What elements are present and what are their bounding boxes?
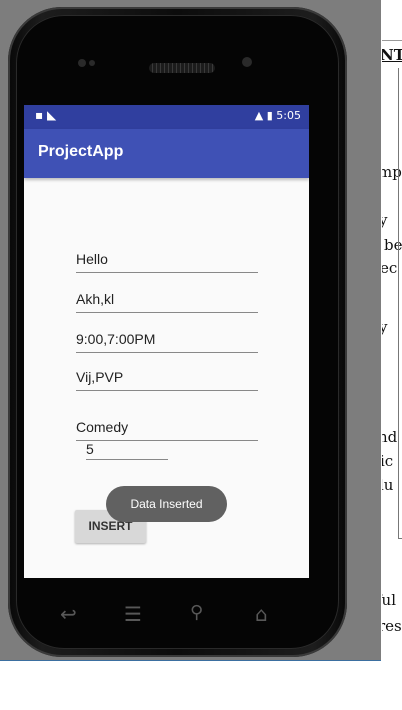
timings-input[interactable]: 9:00,7:00PM: [76, 328, 258, 353]
sensor-icon: [89, 60, 95, 66]
status-bar: ▪ ◣ ▲ ▮ 5:05: [24, 105, 309, 129]
location-input[interactable]: Akh,kl: [76, 288, 258, 313]
search-icon[interactable]: ⚲: [190, 602, 203, 623]
doc-fragment: ful: [382, 591, 397, 609]
speaker-grille: [149, 63, 215, 73]
toast-message: Data Inserted: [106, 486, 227, 522]
doc-fragment: lu: [382, 476, 394, 494]
doc-fragment: nd: [382, 428, 398, 446]
app-bar: ProjectApp: [24, 129, 309, 178]
menu-icon[interactable]: ☰: [124, 602, 142, 626]
name-input[interactable]: Hello: [76, 248, 258, 273]
doc-fragment: ic: [382, 452, 394, 470]
doc-rule: [382, 40, 402, 41]
genre-input[interactable]: Comedy: [76, 417, 258, 441]
rating-input[interactable]: 5: [86, 441, 168, 460]
notification-icons: ▪ ◣: [35, 108, 57, 122]
app-title: ProjectApp: [38, 143, 124, 160]
doc-fragment: res: [382, 617, 402, 635]
doc-fragment: y: [382, 318, 388, 336]
clock: 5:05: [276, 109, 301, 122]
emulator-window: ▪ ◣ ▲ ▮ 5:05 ProjectApp Hello Akh,kl 9:0…: [0, 0, 381, 661]
doc-box: [398, 68, 402, 539]
camera-icon: [242, 57, 252, 67]
sensor-icon: [78, 59, 86, 67]
home-icon[interactable]: ⌂: [255, 602, 268, 626]
status-right: ▲ ▮ 5:05: [255, 109, 301, 122]
signal-battery-icon: ▲ ▮: [254, 109, 277, 122]
back-icon[interactable]: ↩: [60, 602, 77, 626]
doc-fragment: y: [382, 211, 388, 229]
device-screen: ▪ ◣ ▲ ▮ 5:05 ProjectApp Hello Akh,kl 9:0…: [24, 105, 309, 578]
doc-fragment: ec: [382, 259, 398, 277]
doc-fragment: NT: [382, 46, 402, 64]
cast-input[interactable]: Vij,PVP: [76, 367, 258, 391]
